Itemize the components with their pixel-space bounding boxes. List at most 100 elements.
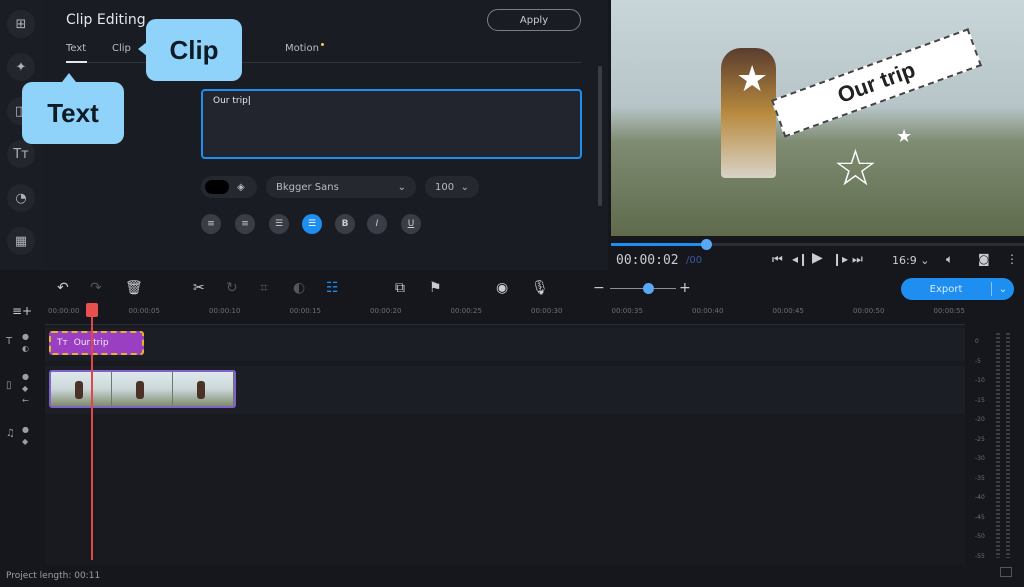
detach-icon[interactable]: ←: [22, 396, 29, 405]
underline-icon[interactable]: U: [401, 214, 421, 234]
font-select[interactable]: Bkgger Sans ⌄: [266, 176, 416, 198]
align-left-icon[interactable]: ≡: [201, 214, 221, 234]
project-length: Project length: 00:11: [6, 571, 101, 581]
step-forward-icon[interactable]: ❙▸: [832, 252, 848, 266]
zoom-slider-knob[interactable]: [643, 283, 654, 294]
color-swatch: [205, 180, 229, 194]
tab-clip[interactable]: Clip: [112, 43, 131, 54]
callout-pointer: [62, 73, 76, 82]
titles-icon[interactable]: Tт: [7, 140, 35, 168]
font-name: Bkgger Sans: [276, 181, 339, 193]
meter-scale-label: 0: [975, 338, 979, 345]
skip-start-icon[interactable]: ⏮: [772, 252, 783, 267]
magic-wand-icon[interactable]: ✦: [7, 53, 35, 81]
step-back-icon[interactable]: ◂❙: [792, 252, 808, 266]
playhead-handle[interactable]: [86, 303, 98, 317]
tab-motion[interactable]: Motion: [285, 43, 319, 54]
webcam-icon[interactable]: ◉: [496, 280, 508, 296]
bold-icon[interactable]: B: [335, 214, 355, 234]
overlay-icon[interactable]: ⧉: [395, 280, 405, 296]
font-size-value: 100: [435, 181, 455, 193]
color-adjust-icon[interactable]: ◐: [293, 280, 305, 296]
callout-clip: Clip: [146, 19, 242, 81]
marker-flag-icon[interactable]: ⚑: [429, 280, 442, 296]
star-icon: ★: [736, 59, 769, 100]
lock-icon[interactable]: ●: [22, 425, 29, 434]
export-dropdown-icon[interactable]: ⌄: [992, 284, 1014, 295]
callout-pointer: [138, 42, 147, 56]
meter-scale-label: -25: [975, 435, 985, 443]
undo-icon[interactable]: ↶: [57, 280, 69, 296]
ruler-tick-label: 00:00:25: [450, 307, 482, 315]
timeline-tracks: [45, 325, 965, 565]
title-track: [45, 328, 965, 361]
skip-end-icon[interactable]: ⏭: [852, 252, 863, 267]
total-time: /00: [686, 255, 703, 266]
import-icon[interactable]: ⊞: [7, 10, 35, 38]
ruler-tick-label: 00:00:00: [48, 307, 80, 315]
zoom-out-icon[interactable]: −: [593, 280, 605, 296]
font-size-select[interactable]: 100 ⌄: [425, 176, 479, 198]
lock-icon[interactable]: ●: [22, 332, 29, 341]
star-icon: ★: [896, 126, 913, 147]
meter-scale-label: -50: [975, 533, 985, 540]
time-ruler[interactable]: [45, 305, 965, 325]
justify-icon[interactable]: ☰: [269, 214, 289, 234]
text-color-picker[interactable]: ◈: [201, 176, 257, 198]
italic-icon[interactable]: I: [367, 214, 387, 234]
title-overlay[interactable]: Our trip: [771, 28, 983, 138]
audio-track-icon: ♫: [6, 428, 15, 439]
snapshot-icon[interactable]: ◙: [978, 252, 990, 266]
meter-settings-icon[interactable]: [1000, 567, 1012, 577]
tab-text[interactable]: Text: [66, 43, 86, 54]
stickers-icon[interactable]: ◔: [7, 184, 35, 212]
rotate-icon[interactable]: ↻: [226, 280, 238, 296]
meter-scale-label: -15: [975, 396, 985, 404]
meter-scale-label: -35: [975, 474, 985, 482]
add-track-icon[interactable]: ≡+: [12, 304, 32, 318]
meter-scale-label: -10: [975, 377, 985, 384]
mute-icon[interactable]: ◆: [22, 437, 28, 446]
visibility-icon[interactable]: ◐: [22, 344, 29, 353]
crop-icon[interactable]: ⌗: [260, 280, 268, 296]
title-text-value: Our trip: [213, 96, 248, 106]
video-thumbnail: [173, 372, 234, 406]
aspect-ratio-select[interactable]: 16:9 ⌄: [892, 254, 929, 267]
current-time: 00:00:02: [616, 253, 679, 268]
title-clip[interactable]: Tт Our trip: [49, 331, 144, 355]
motion-dot-indicator: [321, 43, 324, 46]
export-button[interactable]: Export ⌄: [901, 278, 1014, 300]
microphone-icon[interactable]: 🎙︎: [531, 280, 549, 296]
video-clip[interactable]: [49, 370, 236, 408]
more-tools-icon[interactable]: ▦: [7, 227, 35, 255]
panel-scrollbar[interactable]: [598, 66, 602, 206]
title-clip-icon: Tт: [57, 338, 68, 348]
align-right-icon[interactable]: ≡: [235, 214, 255, 234]
play-icon[interactable]: ▶: [812, 250, 823, 266]
video-preview[interactable]: Our trip ☆ ★ ★: [611, 0, 1024, 236]
ruler-tick-label: 00:00:40: [692, 307, 724, 315]
ruler-tick-label: 00:00:20: [370, 307, 402, 315]
panel-title: Clip Editing: [66, 12, 146, 28]
ruler-tick-label: 00:00:30: [531, 307, 563, 315]
volume-icon[interactable]: 🔈︎: [946, 252, 953, 267]
title-text-input[interactable]: Our trip|: [201, 89, 582, 159]
meter-scale-label: -45: [975, 513, 985, 521]
delete-icon[interactable]: 🗑︎: [125, 280, 143, 296]
align-center-icon[interactable]: ☰: [302, 214, 322, 234]
zoom-in-icon[interactable]: +: [679, 280, 691, 296]
video-thumbnail: [51, 372, 112, 406]
meter-scale-label: -5: [975, 357, 981, 365]
export-label: Export: [929, 283, 963, 295]
apply-button[interactable]: Apply: [487, 9, 581, 31]
redo-icon[interactable]: ↷: [90, 280, 102, 296]
cut-icon[interactable]: ✂: [193, 280, 205, 296]
clip-properties-icon[interactable]: ☷: [326, 280, 339, 296]
mute-icon[interactable]: ◆: [22, 384, 28, 393]
playhead[interactable]: [91, 305, 93, 560]
playback-knob[interactable]: [700, 239, 712, 250]
more-options-icon[interactable]: ⋮: [1006, 252, 1018, 266]
ruler-tick-label: 00:00:05: [128, 307, 160, 315]
title-track-icon: T: [6, 336, 13, 347]
lock-icon[interactable]: ●: [22, 372, 29, 381]
